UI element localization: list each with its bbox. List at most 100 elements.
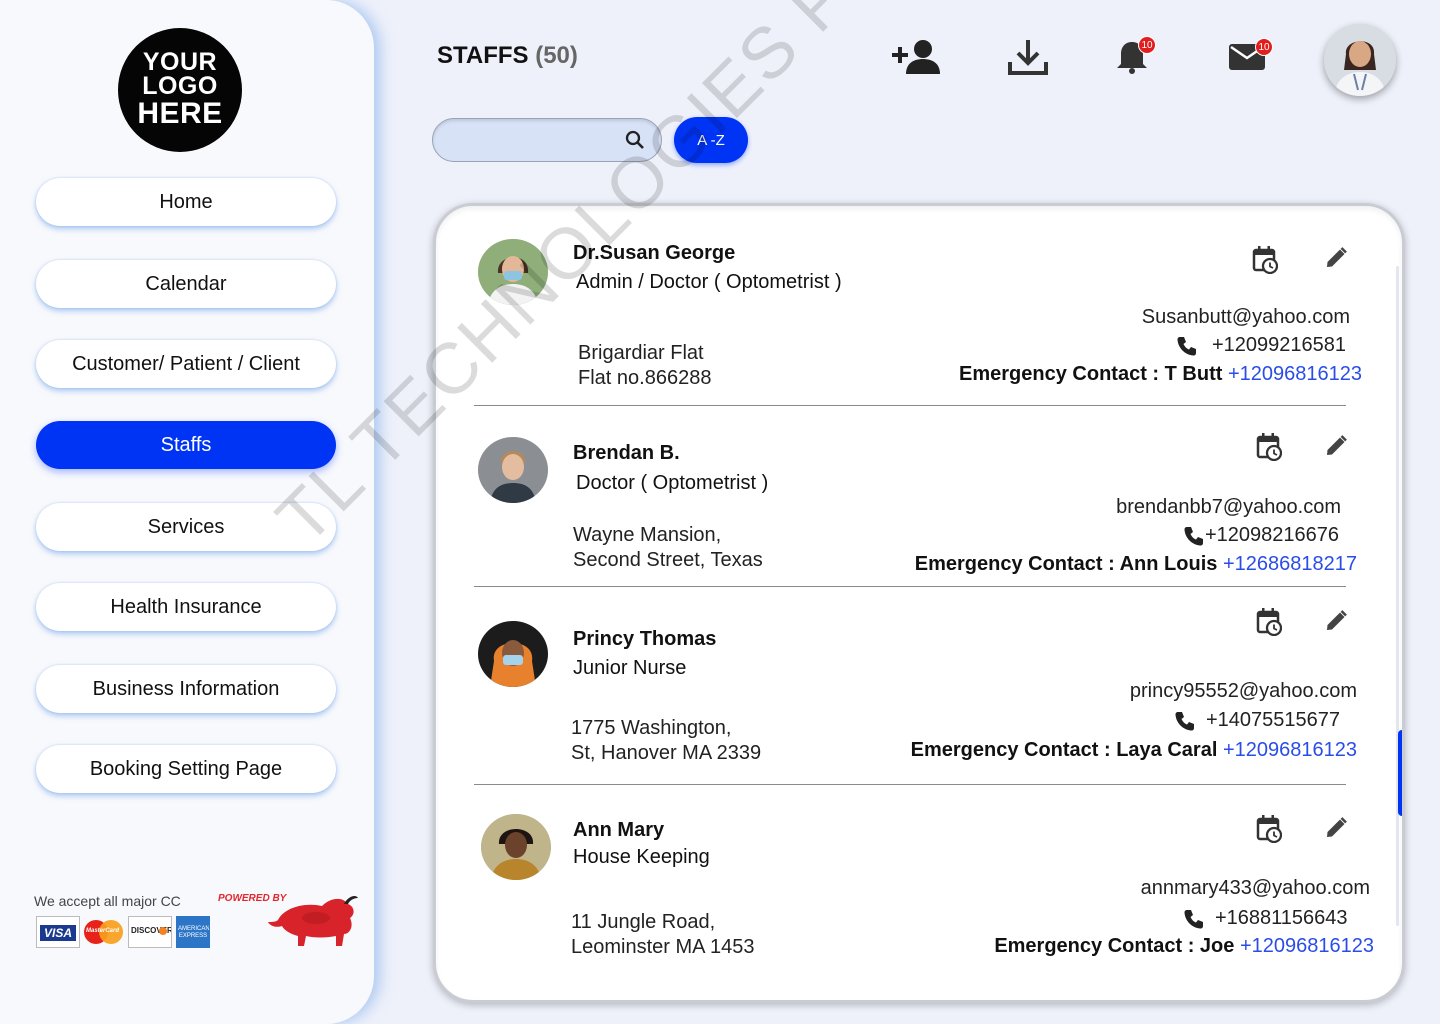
emergency-contact: Emergency Contact : Ann Louis +126868182… (915, 553, 1357, 576)
scrollbar-thumb[interactable] (1398, 730, 1402, 816)
staff-phone-number: +12099216581 (1212, 334, 1347, 356)
address-line-1: Brigardiar Flat (578, 342, 704, 364)
staff-email[interactable]: Susanbutt@yahoo.com (1142, 306, 1350, 329)
download-icon (1008, 40, 1048, 75)
user-avatar-image (1324, 24, 1396, 96)
edit-pencil-icon (1327, 247, 1347, 267)
staff-phone[interactable]: +12098216676 (1183, 524, 1339, 547)
search-icon[interactable] (625, 130, 645, 150)
address-line-1: 11 Jungle Road, (571, 911, 716, 933)
staff-role: Doctor ( Optometrist ) (576, 472, 769, 494)
address-line-1: 1775 Washington, (571, 717, 732, 739)
page-title: STAFFS (50) (437, 42, 578, 70)
page-title-text: STAFFS (437, 42, 529, 69)
emergency-contact-label: Emergency Contact : Joe (994, 935, 1235, 957)
edit-button[interactable] (1324, 246, 1348, 275)
accepted-cards-text: We accept all major CC (34, 893, 181, 909)
search-input[interactable] (447, 129, 617, 153)
emergency-contact-phone[interactable]: +12096816123 (1228, 363, 1362, 385)
sidebar-item-health-insurance[interactable]: Health Insurance (36, 583, 336, 631)
phone-icon (1184, 526, 1203, 545)
notifications-button[interactable]: 10 (1116, 36, 1156, 79)
row-divider (474, 586, 1346, 587)
messages-badge: 10 (1255, 38, 1273, 56)
staff-address: 11 Jungle Road, Leominster MA 1453 (571, 910, 754, 960)
edit-button[interactable] (1324, 434, 1348, 463)
phone-icon (1175, 711, 1194, 730)
emergency-contact-label: Emergency Contact : Ann Louis (914, 553, 1218, 575)
calendar-clock-icon (1256, 815, 1283, 844)
sidebar-item-staffs[interactable]: Staffs (36, 421, 336, 469)
sidebar-item-booking-setting[interactable]: Booking Setting Page (36, 745, 336, 793)
amex-card-icon: AMERICAN EXPRESS (176, 916, 210, 948)
sidebar-item-label: Staffs (160, 433, 212, 456)
sidebar-item-calendar[interactable]: Calendar (36, 260, 336, 308)
add-user-icon (892, 40, 940, 74)
sidebar: YOUR LOGO HERE Home Calendar Customer/ P… (0, 0, 374, 1024)
bull-logo-icon (268, 896, 358, 946)
emergency-contact-label: Emergency Contact : Laya Caral (910, 739, 1218, 761)
staff-photo (478, 239, 548, 305)
address-line-1: Wayne Mansion, (573, 524, 722, 546)
emergency-contact-phone[interactable]: +12096816123 (1223, 739, 1357, 761)
scrollbar-track[interactable] (1396, 266, 1399, 926)
discover-card-icon: DISCOVER (128, 916, 172, 948)
sort-az-button[interactable]: A -Z (674, 117, 748, 163)
edit-pencil-icon (1327, 435, 1347, 455)
staff-phone[interactable]: +12099216581 (1176, 334, 1346, 357)
edit-button[interactable] (1324, 609, 1348, 638)
sidebar-item-label: Business Information (92, 677, 280, 700)
staff-phone-number: +14075515677 (1206, 709, 1341, 731)
emergency-contact-label: Emergency Contact : T Butt (959, 363, 1223, 385)
row-divider (474, 784, 1346, 785)
emergency-contact-phone[interactable]: +12096816123 (1240, 935, 1374, 957)
phone-icon (1184, 909, 1203, 928)
staff-search[interactable] (432, 118, 662, 162)
staff-photo (478, 621, 548, 687)
sidebar-item-label: Customer/ Patient / Client (72, 352, 300, 375)
staff-list-panel: Dr.Susan George Admin / Doctor ( Optomet… (433, 203, 1405, 1003)
phone-icon (1177, 336, 1196, 355)
staff-name[interactable]: Brendan B. (573, 442, 680, 465)
staff-email[interactable]: brendanbb7@yahoo.com (1116, 496, 1341, 519)
schedule-button[interactable] (1256, 815, 1283, 848)
download-button[interactable] (1008, 40, 1048, 81)
schedule-button[interactable] (1252, 246, 1279, 279)
staff-phone[interactable]: +16881156643 (1183, 907, 1348, 930)
address-line-2: Leominster MA 1453 (571, 936, 755, 958)
staff-name[interactable]: Dr.Susan George (573, 242, 735, 265)
schedule-button[interactable] (1256, 608, 1283, 641)
mastercard-icon: MasterCard (84, 916, 124, 948)
staff-name[interactable]: Princy Thomas (573, 628, 716, 651)
visa-card-icon: VISA (36, 916, 80, 948)
logo-line-2: LOGO (142, 72, 218, 100)
sidebar-item-label: Booking Setting Page (89, 757, 283, 780)
staff-phone-number: +16881156643 (1215, 907, 1348, 929)
sidebar-item-home[interactable]: Home (36, 178, 336, 226)
sidebar-item-label: Services (147, 515, 225, 538)
add-staff-button[interactable] (892, 38, 942, 81)
staff-role: Admin / Doctor ( Optometrist ) (576, 271, 842, 293)
staff-address: Wayne Mansion, Second Street, Texas (573, 523, 763, 573)
company-logo[interactable]: YOUR LOGO HERE (118, 28, 242, 152)
logo-line-1: YOUR (142, 48, 218, 76)
edit-button[interactable] (1324, 816, 1348, 845)
row-divider (474, 405, 1346, 406)
sidebar-item-business-information[interactable]: Business Information (36, 665, 336, 713)
notifications-badge: 10 (1138, 36, 1156, 54)
staff-count: (50) (535, 42, 578, 69)
sidebar-item-label: Health Insurance (110, 595, 262, 618)
card-logos: VISA MasterCard DISCOVER AMERICAN EXPRES… (36, 916, 210, 948)
user-avatar[interactable] (1324, 24, 1396, 96)
staff-phone[interactable]: +14075515677 (1174, 709, 1340, 732)
staff-photo (478, 437, 548, 503)
schedule-button[interactable] (1256, 433, 1283, 466)
messages-button[interactable]: 10 (1229, 38, 1273, 75)
staff-email[interactable]: princy95552@yahoo.com (1130, 680, 1357, 703)
staff-email[interactable]: annmary433@yahoo.com (1141, 877, 1370, 900)
sidebar-item-services[interactable]: Services (36, 503, 336, 551)
staff-role: Junior Nurse (573, 657, 687, 679)
sidebar-item-customer[interactable]: Customer/ Patient / Client (36, 340, 336, 388)
staff-name[interactable]: Ann Mary (573, 819, 664, 842)
emergency-contact-phone[interactable]: +12686818217 (1223, 553, 1357, 575)
